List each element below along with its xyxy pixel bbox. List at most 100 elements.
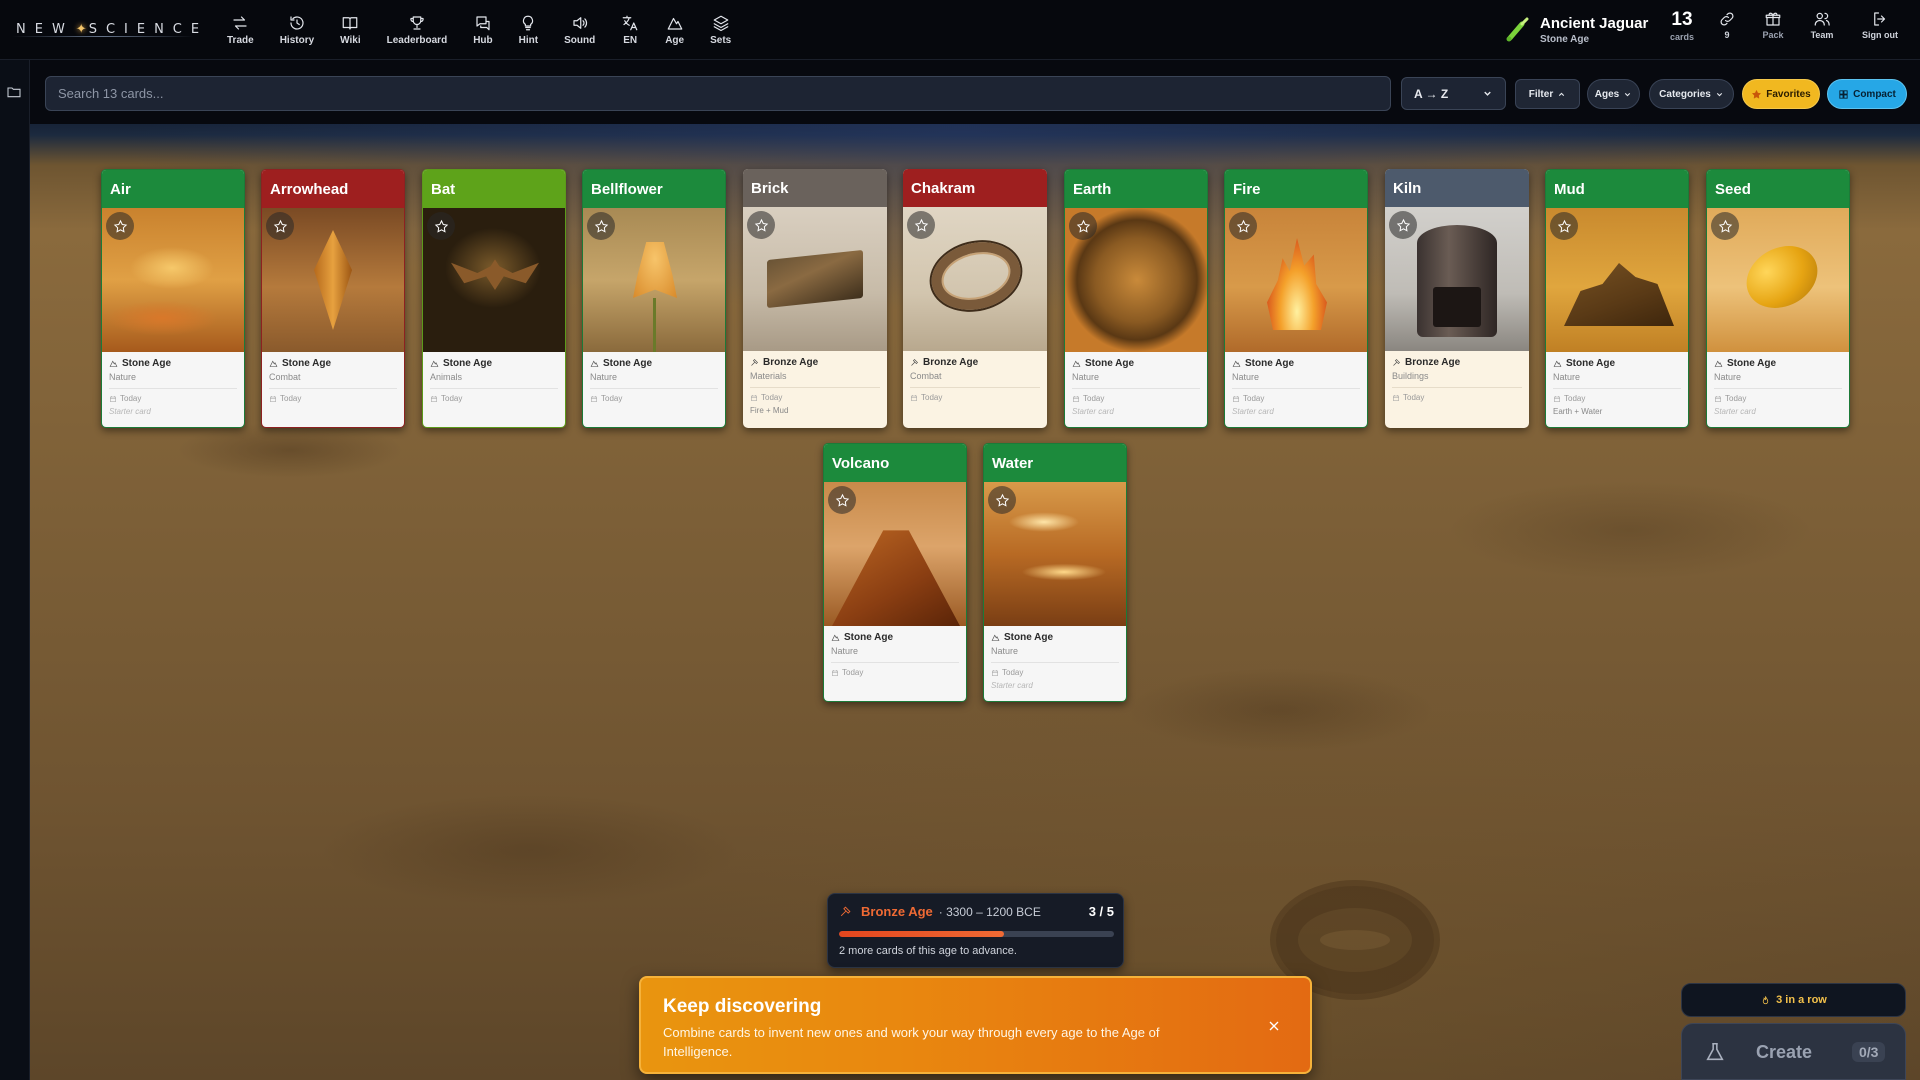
grid-icon: [1839, 89, 1848, 99]
card-art: [1225, 208, 1367, 352]
card-seed[interactable]: Seed Stone Age Nature Today Starter card: [1706, 169, 1850, 428]
nav-sound[interactable]: Sound: [551, 0, 608, 60]
card-water[interactable]: Water Stone Age Nature Today Starter car…: [983, 443, 1127, 702]
favorite-star-button[interactable]: [907, 211, 935, 239]
card-brick[interactable]: Brick Bronze Age Materials Today Fire + …: [743, 169, 887, 428]
favorite-star-button[interactable]: [1389, 211, 1417, 239]
nav-wiki-label: Wiki: [340, 34, 361, 46]
progress-age-range: · 3300 – 1200 BCE: [938, 904, 1041, 919]
star-outline-icon: [1396, 218, 1410, 232]
team-button[interactable]: Team: [1797, 10, 1847, 40]
calendar-icon: [832, 669, 838, 676]
nav-language-label: EN: [623, 34, 638, 46]
nav-hint[interactable]: Hint: [506, 0, 551, 60]
hammer-icon: [840, 906, 851, 917]
compact-toggle[interactable]: Compact: [1827, 79, 1907, 109]
nav-language[interactable]: EN: [608, 0, 652, 60]
pack-button[interactable]: Pack: [1748, 10, 1798, 40]
nav-age[interactable]: Age: [652, 0, 697, 60]
card-age: Stone Age: [1245, 358, 1295, 369]
ages-dropdown[interactable]: Ages: [1587, 79, 1640, 109]
card-volcano[interactable]: Volcano Stone Age Nature Today: [823, 443, 967, 702]
card-title: Chakram: [903, 169, 1047, 207]
card-art: [423, 208, 565, 352]
ages-label: Ages: [1594, 88, 1620, 100]
favorite-star-button[interactable]: [828, 486, 856, 514]
nav-leaderboard[interactable]: Leaderboard: [374, 0, 461, 60]
card-age: Bronze Age: [763, 357, 819, 368]
card-date: Today: [441, 394, 463, 403]
links-stat[interactable]: 9: [1702, 10, 1752, 40]
mountain-icon: [430, 360, 439, 367]
star-outline-icon: [1236, 219, 1250, 233]
sort-select[interactable]: A → Z: [1401, 77, 1506, 110]
card-category: Combat: [910, 371, 942, 381]
favorite-star-button[interactable]: [747, 211, 775, 239]
user-profile[interactable]: Ancient Jaguar Stone Age: [1504, 10, 1648, 50]
mountain-icon: [1553, 360, 1562, 367]
calendar-icon: [1393, 394, 1399, 401]
logo[interactable]: NEW ✦ SCIENCE: [0, 0, 200, 60]
card-category: Nature: [1232, 372, 1260, 382]
favorite-star-button[interactable]: [1069, 212, 1097, 240]
calendar-icon: [1073, 395, 1079, 402]
card-fire[interactable]: Fire Stone Age Nature Today Starter card: [1224, 169, 1368, 428]
card-art: [1546, 208, 1688, 352]
chevron-down-icon: [1716, 92, 1722, 96]
nav-wiki[interactable]: Wiki: [327, 0, 373, 60]
sign-out-button[interactable]: Sign out: [1855, 10, 1905, 40]
cards-count-stat[interactable]: 13 cards: [1657, 10, 1707, 43]
card-title: Mud: [1546, 170, 1688, 208]
create-button[interactable]: Create 0/3: [1681, 1023, 1906, 1080]
card-kiln[interactable]: Kiln Bronze Age Buildings Today: [1385, 169, 1529, 428]
nav-trade[interactable]: Trade: [214, 0, 267, 60]
favorite-star-button[interactable]: [1711, 212, 1739, 240]
calendar-icon: [911, 394, 917, 401]
nav-sets[interactable]: Sets: [697, 0, 744, 60]
star-outline-icon: [835, 493, 849, 507]
card-earth[interactable]: Earth Stone Age Nature Today Starter car…: [1064, 169, 1208, 428]
card-mud[interactable]: Mud Stone Age Nature Today Earth + Water: [1545, 169, 1689, 428]
card-date: Today: [1403, 393, 1425, 402]
card-age: Stone Age: [122, 358, 172, 369]
favorite-star-button[interactable]: [106, 212, 134, 240]
favorite-star-button[interactable]: [266, 212, 294, 240]
toast-close-button[interactable]: [1266, 1018, 1284, 1036]
team-label: Team: [1810, 30, 1834, 40]
card-bat[interactable]: Bat Stone Age Animals Today: [422, 169, 566, 428]
favorite-star-button[interactable]: [427, 212, 455, 240]
card-title: Volcano: [824, 444, 966, 482]
card-art: [743, 207, 887, 351]
card-air[interactable]: Air Stone Age Nature Today Starter card: [101, 169, 245, 428]
categories-dropdown[interactable]: Categories: [1649, 79, 1734, 109]
favorite-star-button[interactable]: [587, 212, 615, 240]
card-age: Stone Age: [1566, 358, 1616, 369]
card-bellflower[interactable]: Bellflower Stone Age Nature Today: [582, 169, 726, 428]
favorite-star-button[interactable]: [1229, 212, 1257, 240]
nav-hub[interactable]: Hub: [460, 0, 505, 60]
star-outline-icon: [594, 219, 608, 233]
card-age: Stone Age: [844, 632, 894, 643]
filter-button[interactable]: Filter: [1515, 79, 1580, 109]
age-progress-panel: Bronze Age · 3300 – 1200 BCE 3 / 5 2 mor…: [827, 893, 1124, 968]
search-input[interactable]: [45, 76, 1391, 111]
nav-history[interactable]: History: [267, 0, 327, 60]
mountain-icon: [269, 360, 278, 367]
nav-history-label: History: [279, 34, 315, 46]
nav-age-label: Age: [665, 34, 685, 46]
calendar-icon: [431, 395, 437, 402]
close-icon: [1269, 1021, 1279, 1031]
trophy-icon: [408, 14, 426, 32]
folder-icon[interactable]: [6, 84, 22, 100]
card-arrowhead[interactable]: Arrowhead Stone Age Combat Today: [261, 169, 405, 428]
hammer-icon: [911, 359, 918, 366]
card-note: Starter card: [1072, 407, 1114, 416]
pack-label: Pack: [1762, 30, 1784, 40]
card-chakram[interactable]: Chakram Bronze Age Combat Today: [903, 169, 1047, 428]
card-title: Kiln: [1385, 169, 1529, 207]
streak-badge: 3 in a row: [1681, 983, 1906, 1017]
favorite-star-button[interactable]: [1550, 212, 1578, 240]
calendar-icon: [1715, 395, 1721, 402]
favorite-star-button[interactable]: [988, 486, 1016, 514]
favorites-toggle[interactable]: Favorites: [1742, 79, 1820, 109]
